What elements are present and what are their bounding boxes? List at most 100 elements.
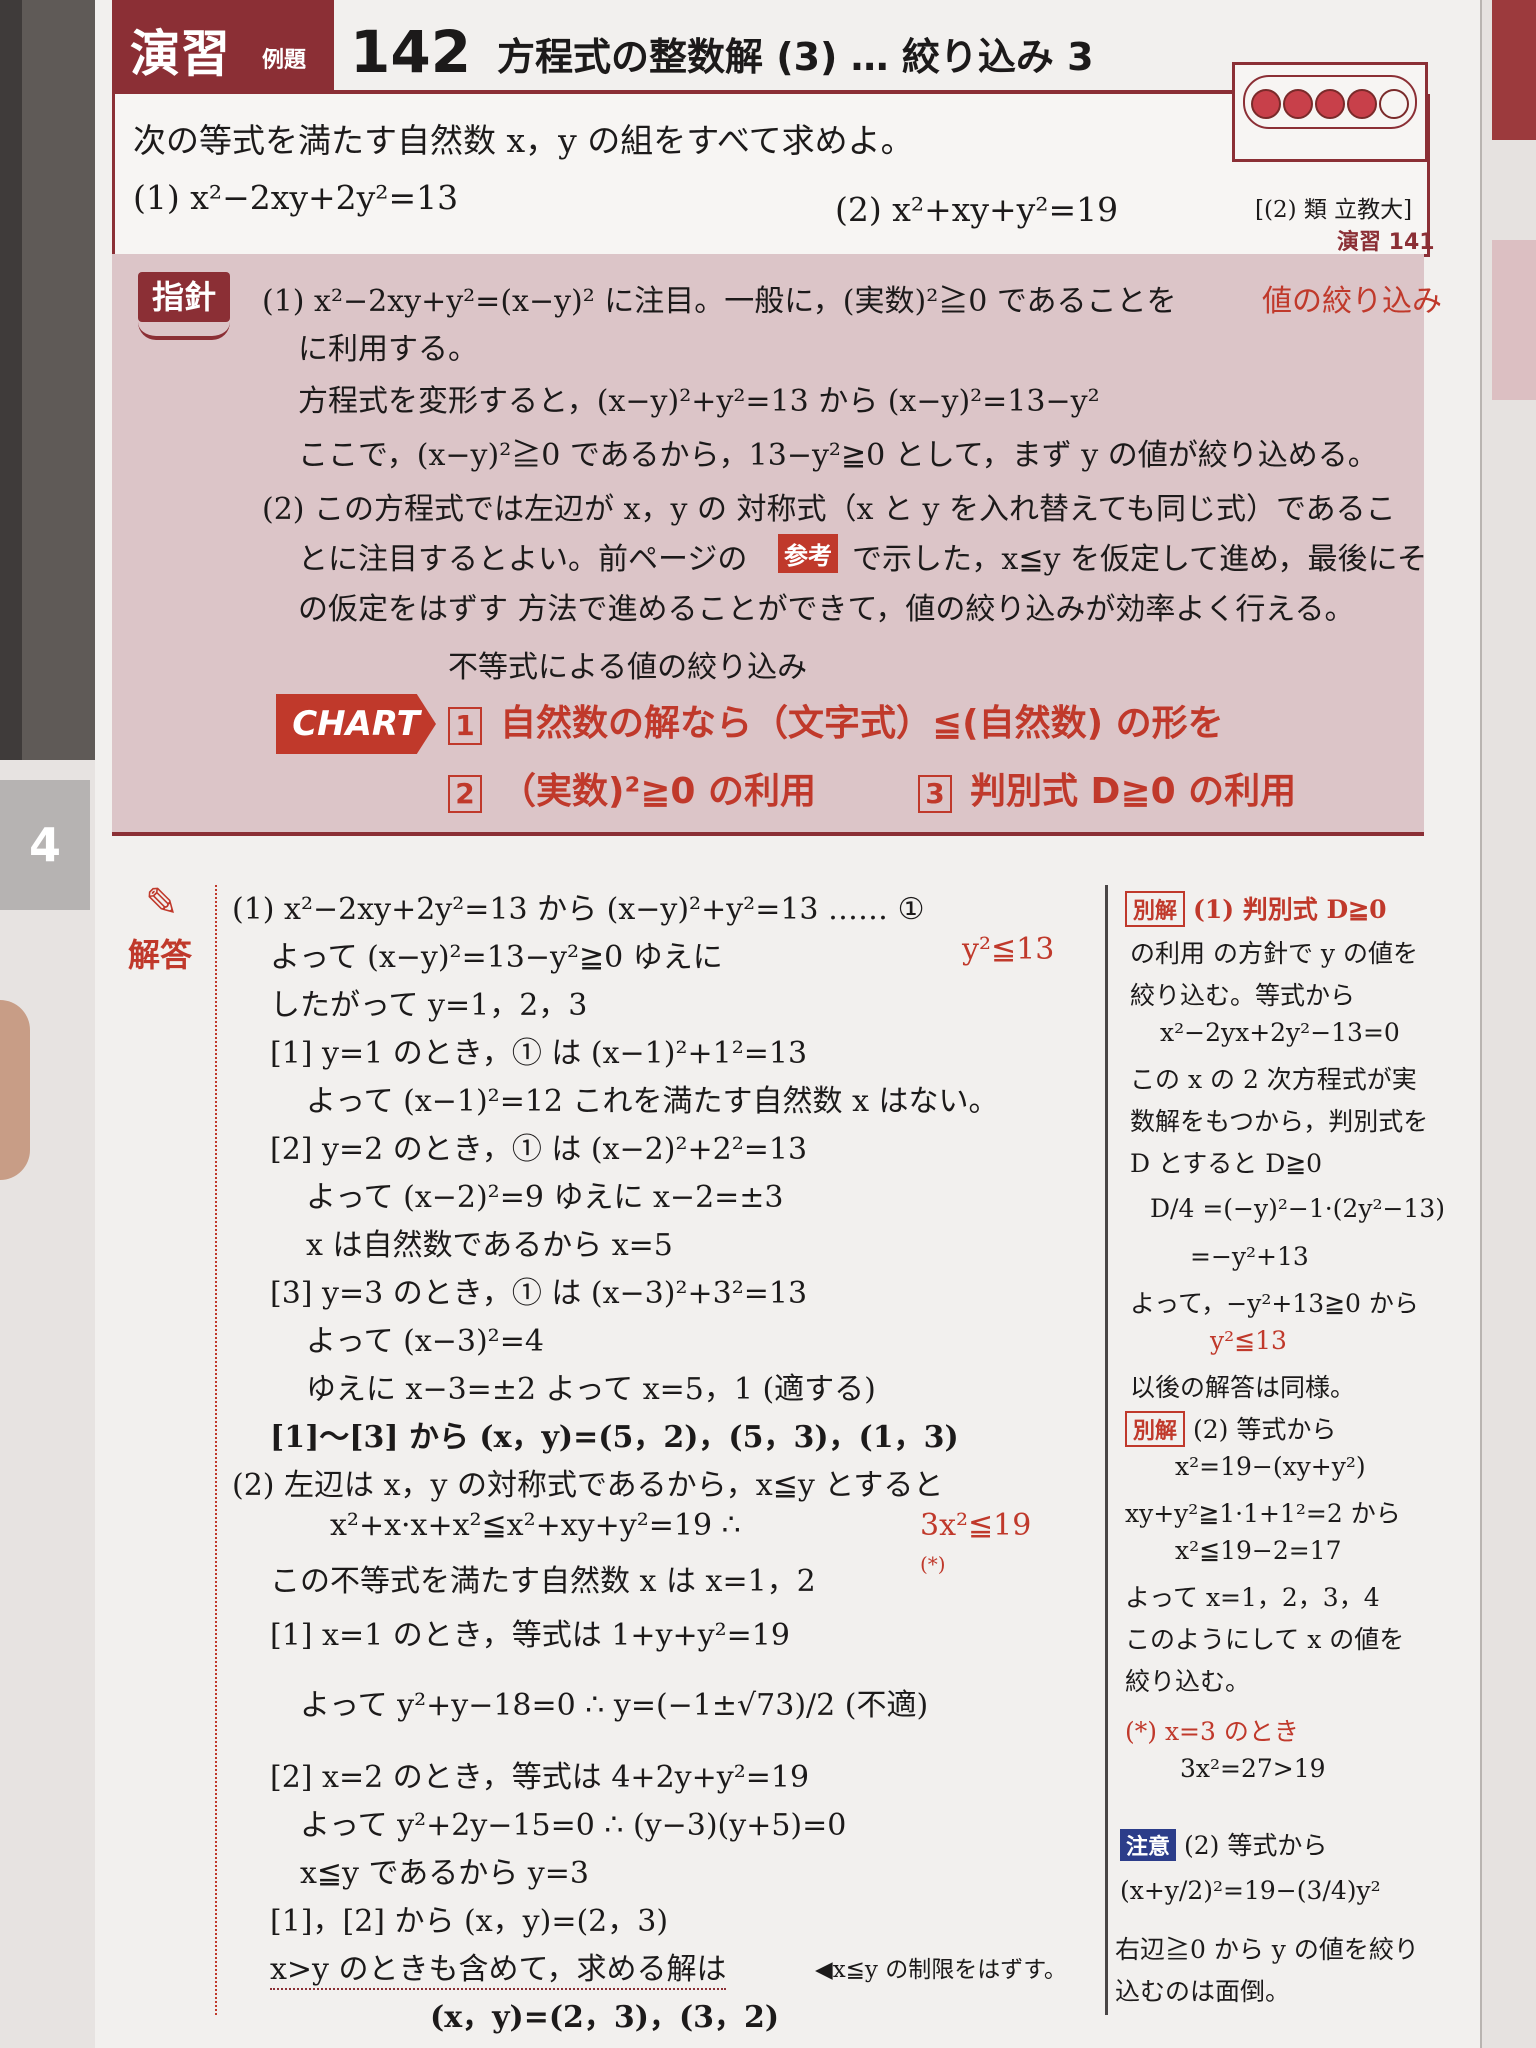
problem-1: (1) x²−2xy+2y²=13: [133, 178, 459, 217]
chart-num-1: 1: [448, 707, 482, 745]
side-line: D/4 =(−y)²−1·(2y²−13): [1150, 1194, 1445, 1223]
answer-line: [1]，[2] から (x，y)=(2，3): [270, 1904, 669, 1939]
side-line: x²=19−(xy+y²): [1175, 1452, 1366, 1481]
answer-red-note: 3x²≦19: [920, 1508, 1032, 1543]
answer-dotted-rule: [215, 885, 217, 2015]
answer-line: よって (x−y)²=13−y²≧0 ゆえに: [270, 940, 723, 975]
side-line: の利用 の方針で y の値を: [1130, 939, 1418, 968]
chart-title: 不等式による値の絞り込み: [448, 650, 808, 685]
answer-line: x は自然数であるから x=5: [306, 1228, 673, 1263]
side-line: x²−2yx+2y²−13=0: [1160, 1018, 1400, 1047]
answer-line: したがって y=1，2，3: [270, 988, 588, 1023]
answer-line: この不等式を満たす自然数 x は x=1，2: [270, 1564, 816, 1599]
answer-line: ゆえに x−3=±2 よって x=5，1 (適する): [306, 1372, 876, 1407]
answer-line: x≦y であるから y=3: [300, 1856, 589, 1891]
difficulty-dot: [1251, 89, 1281, 119]
side-line: (1) 判別式 D≧0: [1193, 895, 1387, 924]
shishin-line-6a: とに注目するとよい。前ページの: [298, 542, 748, 577]
answer-line: よって (x−3)²=4: [306, 1324, 544, 1359]
reidai-label: 例題: [262, 48, 307, 73]
answer-line: よって y²+2y−15=0 ∴ (y−3)(y+5)=0: [300, 1808, 847, 1843]
exercise-number: 142: [350, 18, 472, 86]
side-line: (x+y/2)²=19−(3/4)y²: [1120, 1876, 1381, 1905]
chart-item-2: 2 （実数)²≧0 の利用: [448, 762, 816, 814]
problem-source: [(2) 類 立教大]: [1255, 197, 1413, 223]
answer-line: x>y のときも含めて，求める解は: [270, 1944, 727, 1990]
side-line: =−y²+13: [1190, 1242, 1309, 1271]
side-line: 数解をもつから，判別式を: [1130, 1107, 1429, 1136]
side-line: 3x²=27>19: [1180, 1754, 1326, 1783]
difficulty-rating: [1243, 75, 1417, 129]
side-betsukai-2: 別解 (2) 等式から: [1125, 1410, 1336, 1447]
side-line: 絞り込む。等式から: [1130, 981, 1356, 1010]
answer-red-note: y²≦13: [962, 932, 1055, 967]
chart-text-1: 自然数の解なら（文字式）≦(自然数) の形を: [500, 703, 1224, 744]
side-line: 絞り込む。: [1125, 1667, 1251, 1696]
problem-2: (2) x²+xy+y²=19: [835, 190, 1119, 229]
kaito-label: 解答: [128, 936, 193, 974]
shishin-line-1: (1) x²−2xy+y²=(x−y)² に注目。一般に，(実数)²≧0 である…: [262, 284, 1177, 319]
chart-item-3: 3 判別式 D≧0 の利用: [918, 762, 1296, 814]
shishin-line-4: ここで，(x−y)²≧0 であるから，13−y²≧0 として，まず y の値が絞…: [298, 438, 1378, 473]
side-line: (*) x=3 のとき: [1125, 1717, 1299, 1746]
exercise-header: 演習 例題 142 方程式の整数解 (3) … 絞り込み 3: [112, 0, 1424, 96]
answer-line: (2) 左辺は x，y の対称式であるから，x≦y とすると: [232, 1468, 944, 1503]
difficulty-dot: [1283, 89, 1313, 119]
sanko-tag: 参考: [778, 534, 838, 573]
side-line: よって x=1，2，3，4: [1125, 1583, 1380, 1612]
answer-line: (x，y)=(2，3)，(3，2): [430, 2000, 780, 2035]
side-line: (2) 等式から: [1193, 1415, 1337, 1444]
side-line: y²≦13: [1210, 1326, 1287, 1355]
betsukai-tag: 別解: [1125, 891, 1186, 927]
answer-line: [1] x=1 のとき，等式は 1+y+y²=19: [270, 1618, 790, 1653]
asterisk-mark: (*): [920, 1552, 946, 1576]
answer-line: [2] y=2 のとき，① は (x−2)²+2²=13: [270, 1132, 808, 1167]
problem-intro: 次の等式を満たす自然数 x，y の組をすべて求めよ。: [133, 121, 914, 160]
side-line: 右辺≧0 から y の値を絞り: [1115, 1935, 1419, 1964]
chart-num-3: 3: [918, 775, 952, 813]
answer-line: よって (x−1)²=12 これを満たす自然数 x はない。: [306, 1084, 999, 1119]
difficulty-dot-empty: [1379, 89, 1409, 119]
chart-badge: CHART: [276, 694, 436, 754]
shishin-line-3: 方程式を変形すると，(x−y)²+y²=13 から (x−y)²=13−y²: [298, 384, 1100, 419]
side-column-rule: [1105, 885, 1108, 2015]
answer-line: よって y²+y−18=0 ∴ y=(−1±√73)/2 (不適): [300, 1688, 929, 1723]
shishin-label: 指針: [138, 272, 230, 322]
left-chapter-tab: 4: [0, 780, 90, 910]
left-page-edge: [0, 760, 95, 2048]
shishin-keyword: 値の絞り込み: [1262, 284, 1442, 319]
side-line: このようにして x の値を: [1125, 1625, 1405, 1654]
answer-line: よって (x−2)²=9 ゆえに x−2=±3: [306, 1180, 784, 1215]
chui-tag: 注意: [1120, 1829, 1177, 1861]
photo-page: 4 演習 例題 142 方程式の整数解 (3) … 絞り込み 3 次の等式を満た…: [0, 0, 1536, 2048]
chart-item-1: 1 自然数の解なら（文字式）≦(自然数) の形を: [448, 694, 1224, 746]
side-line: xy+y²≧1·1+1²=2 から: [1125, 1499, 1401, 1528]
answer-line: [1]～[3] から (x，y)=(5，2)，(5，3)，(1，3): [270, 1420, 959, 1455]
answer-line: [3] y=3 のとき，① は (x−3)²+3²=13: [270, 1276, 808, 1311]
shishin-line-7: の仮定をはずす 方法で進めることができて，値の絞り込みが効率よく行える。: [298, 592, 1355, 627]
shishin-line-6b: で示した，x≦y を仮定して進め，最後にそ: [852, 542, 1427, 577]
side-line: 込むのは面倒。: [1115, 1977, 1291, 2006]
difficulty-box: [1232, 62, 1428, 162]
side-line: 以後の解答は同様。: [1130, 1373, 1356, 1402]
chart-text-2: （実数)²≧0 の利用: [500, 771, 816, 812]
finger: [0, 1000, 30, 1180]
side-line: この x の 2 次方程式が実: [1130, 1065, 1417, 1094]
difficulty-dot: [1315, 89, 1345, 119]
exercise-title: 方程式の整数解 (3) … 絞り込み 3: [497, 35, 1094, 79]
chart-text-3: 判別式 D≧0 の利用: [970, 771, 1297, 812]
side-betsukai-1: 別解 (1) 判別式 D≧0: [1125, 890, 1387, 927]
shishin-section: 指針 (1) x²−2xy+y²=(x−y)² に注目。一般に，(実数)²≧0 …: [112, 254, 1442, 834]
right-page-red-block: [1492, 0, 1536, 140]
shishin-bottom-rule: [112, 832, 1424, 836]
shishin-line-2: に利用する。: [298, 332, 478, 367]
answer-side-note: ◀x≦y の制限をはずす。: [815, 1957, 1067, 1983]
chart-num-2: 2: [448, 775, 482, 813]
enshu-badge: 演習 例題: [112, 0, 334, 96]
side-chui: 注意 (2) 等式から: [1120, 1826, 1327, 1862]
book-icon: [138, 322, 230, 340]
shishin-line-5: (2) この方程式では左辺が x，y の 対称式（x と y を入れ替えても同じ…: [262, 492, 1396, 527]
side-line: D とすると D≧0: [1130, 1149, 1323, 1178]
side-line: (2) 等式から: [1184, 1831, 1328, 1860]
answer-line: [1] y=1 のとき，① は (x−1)²+1²=13: [270, 1036, 808, 1071]
